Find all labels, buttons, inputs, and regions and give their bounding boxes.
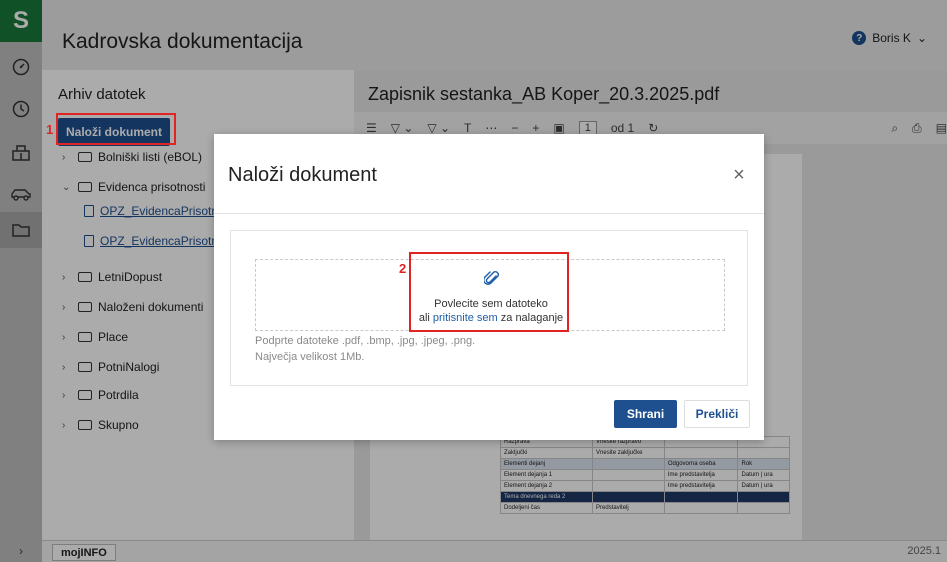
close-icon[interactable]: ×: [730, 165, 748, 185]
supported-types-hint: Podprte datoteke .pdf, .bmp, .jpg, .jpeg…: [255, 335, 476, 347]
cancel-button[interactable]: Prekliči: [684, 400, 750, 428]
highlight-dropzone: [409, 252, 569, 332]
step-number-1: 1: [46, 122, 54, 137]
dialog-footer: Shrani Prekliči: [214, 386, 764, 440]
dialog-header: Naloži dokument ×: [214, 134, 764, 214]
step-number-2: 2: [399, 261, 407, 276]
highlight-upload-button: [56, 113, 176, 145]
save-button[interactable]: Shrani: [614, 400, 677, 428]
dialog-title: Naloži dokument: [228, 164, 377, 186]
max-size-hint: Največja velikost 1Mb.: [255, 351, 365, 363]
